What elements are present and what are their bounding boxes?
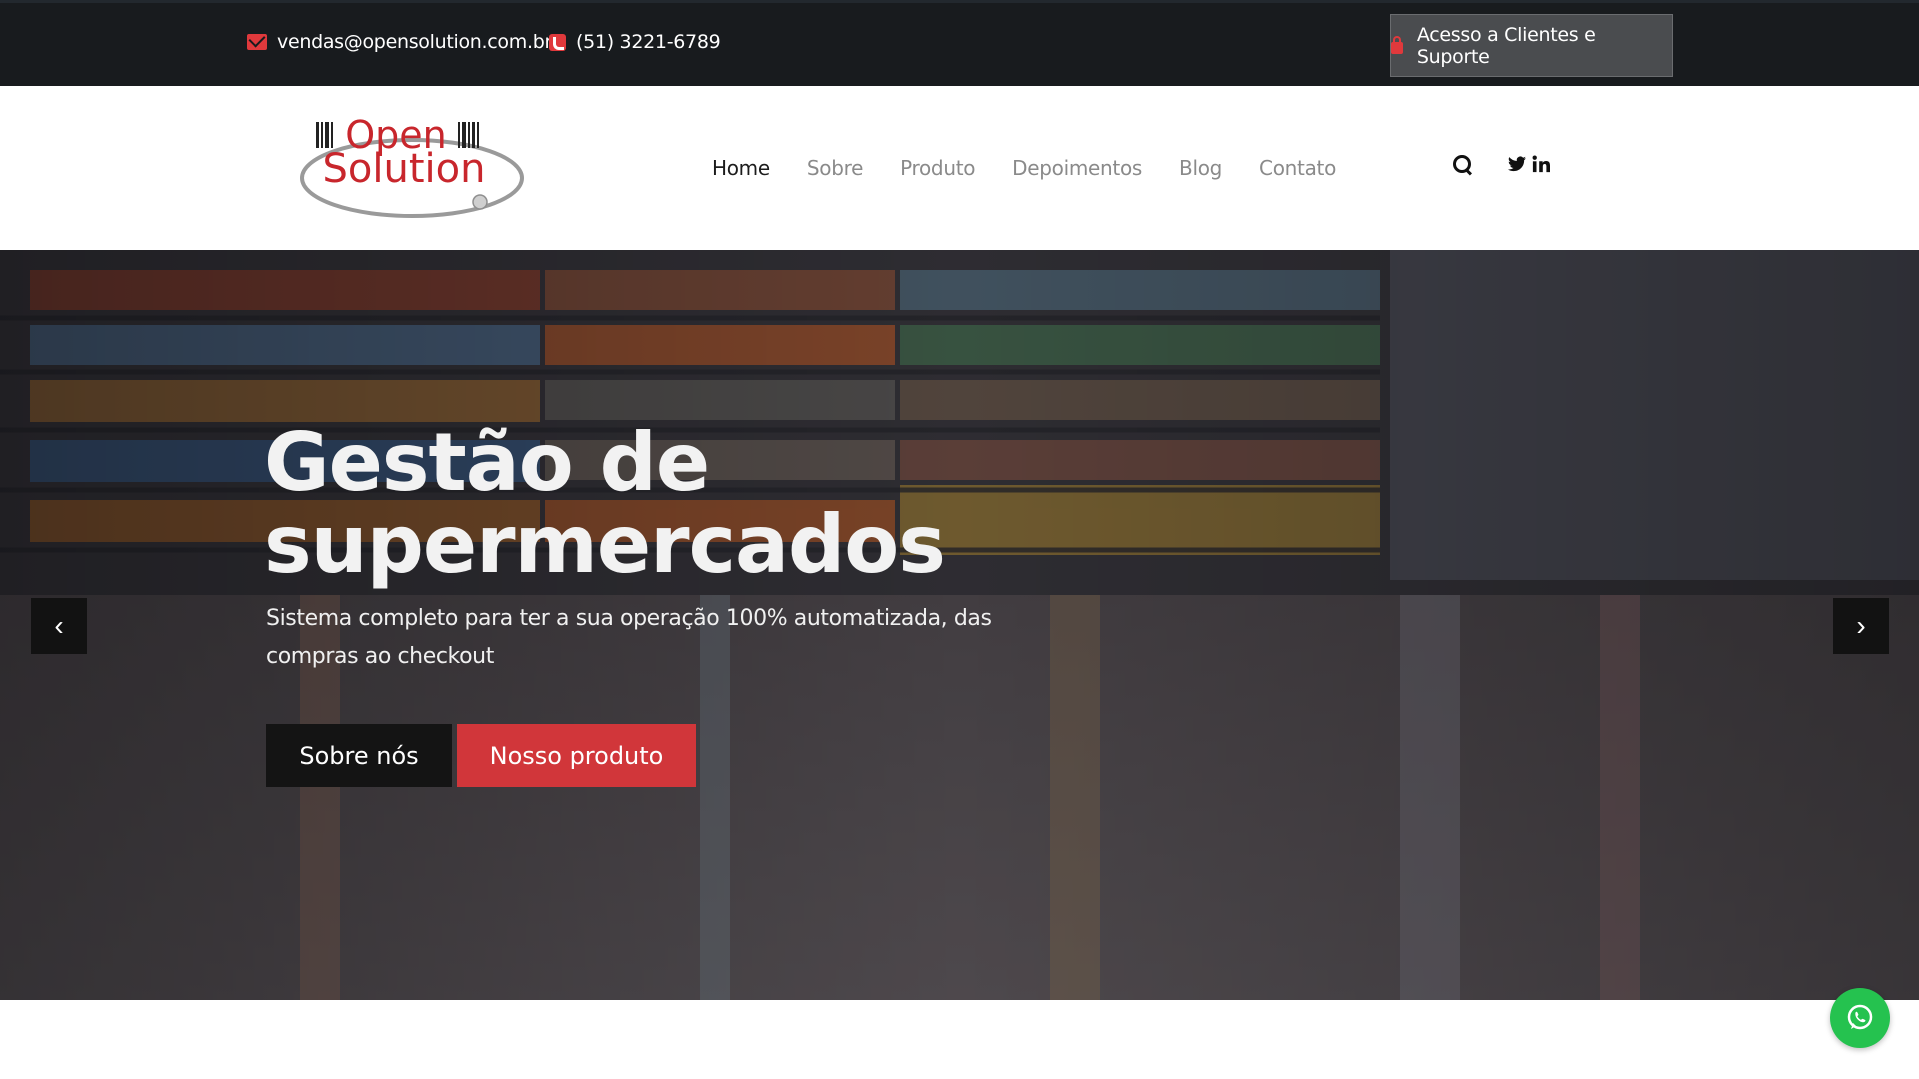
hero-subtitle: Sistema completo para ter a sua operação… [266, 606, 992, 669]
whatsapp-icon [1847, 1004, 1873, 1030]
nav-produto[interactable]: Produto [900, 156, 975, 180]
open-solution-logo[interactable]: Open Solution [298, 116, 526, 220]
site-header: Open Solution Home Sobre Produto Depoime… [0, 86, 1919, 250]
slider-next-button[interactable]: › [1833, 598, 1889, 654]
linkedin-icon[interactable] [1532, 155, 1550, 173]
search-icon[interactable] [1452, 154, 1472, 174]
phone-icon [549, 33, 566, 51]
main-nav: Home Sobre Produto Depoimentos Blog Cont… [712, 156, 1336, 180]
our-product-button[interactable]: Nosso produto [457, 724, 696, 787]
slider-prev-button[interactable]: ‹ [31, 598, 87, 654]
email-text[interactable]: vendas@opensolution.com.br [277, 31, 552, 53]
top-bar: vendas@opensolution.com.br (51) 3221-678… [0, 0, 1919, 86]
nav-contato[interactable]: Contato [1259, 156, 1336, 180]
logo-text-solution: Solution [323, 146, 486, 192]
envelope-icon [247, 34, 267, 50]
nav-depoimentos[interactable]: Depoimentos [1012, 156, 1142, 180]
whatsapp-button[interactable] [1830, 988, 1890, 1048]
nav-home[interactable]: Home [712, 156, 770, 180]
nav-sobre[interactable]: Sobre [807, 156, 864, 180]
chevron-left-icon: ‹ [54, 610, 64, 641]
about-us-button[interactable]: Sobre nós [266, 724, 452, 787]
contact-phone[interactable]: (51) 3221-6789 [549, 31, 721, 53]
support-label: Acesso a Clientes e Suporte [1416, 23, 1596, 68]
hero-slider: Gestão de supermercados Sistema completo… [0, 250, 1919, 1000]
hero-title: Gestão de supermercados [264, 416, 946, 591]
header-icons [1452, 154, 1550, 174]
chevron-right-icon: › [1856, 610, 1866, 641]
phone-text[interactable]: (51) 3221-6789 [576, 31, 721, 53]
twitter-icon[interactable] [1508, 156, 1526, 172]
nav-blog[interactable]: Blog [1179, 156, 1222, 180]
client-support-button[interactable]: Acesso a Clientes e Suporte [1390, 14, 1673, 77]
social-links [1508, 155, 1550, 173]
lock-icon [1391, 35, 1403, 54]
contact-email[interactable]: vendas@opensolution.com.br [247, 31, 552, 53]
